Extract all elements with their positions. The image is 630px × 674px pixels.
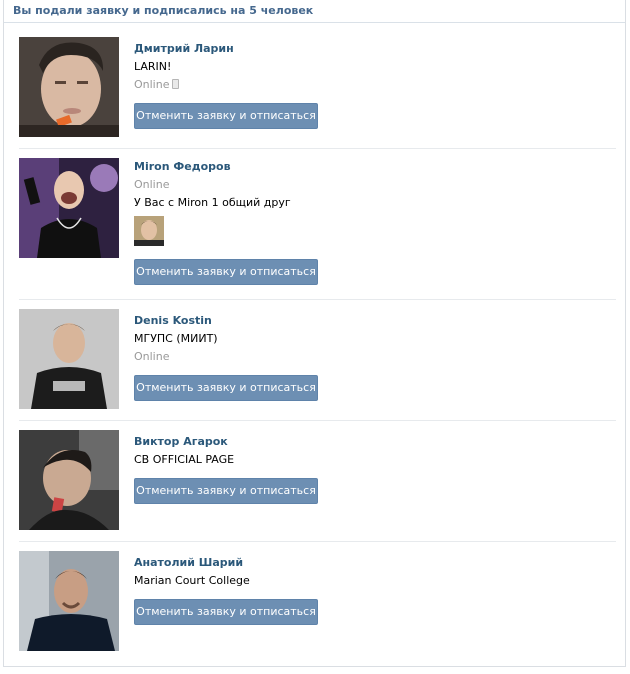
person-info: Анатолий Шарий Marian Court College <box>134 554 250 590</box>
person-info: Miron Федоров Online У Вас с Miron 1 общ… <box>134 158 291 246</box>
cancel-request-button[interactable]: Отменить заявку и отписаться <box>134 375 318 401</box>
cancel-request-button[interactable]: Отменить заявку и отписаться <box>134 599 318 625</box>
person-subtitle: Marian Court College <box>134 574 250 587</box>
phone-icon <box>172 79 180 89</box>
person-name[interactable]: Denis Kostin <box>134 312 218 330</box>
avatar[interactable] <box>19 430 119 530</box>
avatar[interactable] <box>19 37 119 137</box>
person-subtitle: МГУПС (МИИТ) <box>134 332 218 345</box>
avatar[interactable] <box>19 158 119 258</box>
online-status: Online <box>134 178 170 191</box>
mutual-friend-avatar[interactable] <box>134 216 164 246</box>
online-status: Online <box>134 76 234 94</box>
person-info: Denis Kostin МГУПС (МИИТ) Online <box>134 312 218 366</box>
person-name[interactable]: Miron Федоров <box>134 158 291 176</box>
person-name[interactable]: Дмитрий Ларин <box>134 40 234 58</box>
list-item: Дмитрий Ларин LARIN! Online Отменить зая… <box>4 23 625 149</box>
person-name[interactable]: Виктор Агарок <box>134 433 234 451</box>
list-item: Анатолий Шарий Marian Court College Отме… <box>4 537 625 658</box>
person-info: Дмитрий Ларин LARIN! Online <box>134 40 234 94</box>
panel-header: Вы подали заявку и подписались на 5 чело… <box>4 0 625 23</box>
person-name[interactable]: Анатолий Шарий <box>134 554 250 572</box>
cancel-request-button[interactable]: Отменить заявку и отписаться <box>134 259 318 285</box>
list-item: Виктор Агарок CB OFFICIAL PAGE Отменить … <box>4 416 625 542</box>
avatar[interactable] <box>19 309 119 409</box>
person-info: Виктор Агарок CB OFFICIAL PAGE <box>134 433 234 469</box>
avatar[interactable] <box>19 551 119 651</box>
cancel-request-button[interactable]: Отменить заявку и отписаться <box>134 478 318 504</box>
person-subtitle: CB OFFICIAL PAGE <box>134 453 235 466</box>
requests-panel: Вы подали заявку и подписались на 5 чело… <box>3 0 626 667</box>
online-status: Online <box>134 350 170 363</box>
person-subtitle: LARIN! <box>134 60 172 73</box>
mutual-friends-text: У Вас с Miron 1 общий друг <box>134 196 291 209</box>
list-item: Denis Kostin МГУПС (МИИТ) Online Отменит… <box>4 295 625 421</box>
cancel-request-button[interactable]: Отменить заявку и отписаться <box>134 103 318 129</box>
online-status-text: Online <box>134 78 170 91</box>
list-item: Miron Федоров Online У Вас с Miron 1 общ… <box>4 144 625 300</box>
